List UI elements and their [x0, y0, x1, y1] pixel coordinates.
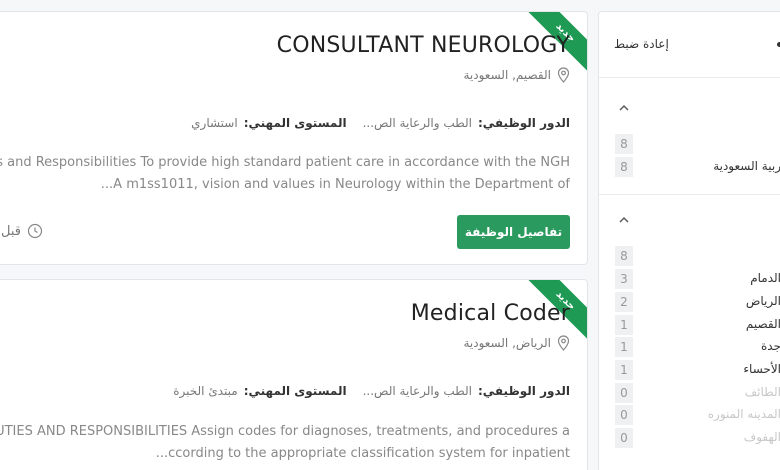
level-label: المستوى المهني: [243, 384, 347, 398]
job-details-button[interactable]: تفاصيل الوظيفة [457, 215, 570, 249]
location-pin-icon [557, 67, 570, 83]
filter-option-label: المدينه المنوره [707, 407, 780, 421]
filter-option-label[interactable]: جدة [639, 339, 780, 353]
posted-text: قبل [1, 223, 21, 239]
filter-option-label[interactable]: الرياض [639, 294, 780, 308]
job-title[interactable]: CONSULTANT NEUROLOGY [277, 33, 570, 58]
filter-sidebar: إعادة ضبط 8 8 ربية السعودية 8 3 الدمام 2… [598, 11, 780, 470]
job-card: جديد CONSULTANT NEUROLOGY القصيم, السعود… [0, 11, 588, 265]
description-line: UTIES AND RESPONSIBILITIES Assign codes … [0, 424, 570, 439]
filter-option-label[interactable]: الدمام [639, 271, 780, 285]
role-value: الطب والرعاية الص... [362, 116, 472, 130]
location-pin-icon [557, 335, 570, 351]
filter-count: 1 [615, 360, 633, 380]
filter-count: 8 [615, 134, 633, 154]
job-location: القصيم, السعودية [463, 67, 570, 83]
description-line: ...ccording to the appropriate classific… [155, 446, 570, 461]
posted-time: قبل [1, 223, 43, 239]
job-description: UTIES AND RESPONSIBILITIES Assign codes … [0, 421, 570, 465]
level-value: مبتدئ الخبرة [173, 384, 238, 398]
filter-count: 0 [615, 405, 633, 425]
filter-option-label[interactable]: ربية السعودية [639, 159, 780, 173]
filter-option-label: الهفوف [743, 430, 780, 444]
clock-icon [27, 223, 43, 239]
description-line: ...A m1ss1011, vision and values in Neur… [100, 177, 570, 192]
filter-count: 2 [615, 292, 633, 312]
chevron-up-icon[interactable] [618, 216, 630, 224]
level-label: المستوى المهني: [243, 116, 347, 130]
location-text: القصيم, السعودية [463, 68, 551, 82]
filter-count: 1 [615, 315, 633, 335]
job-meta: الدور الوظيفي: الطب والرعاية الص... المست… [173, 384, 570, 398]
level-value: استشاري [191, 116, 238, 130]
divider [599, 77, 780, 78]
filter-option-label: الطائف [744, 385, 780, 399]
job-card: جديد Medical Coder الرياض, السعودية الدو… [0, 279, 588, 470]
job-meta: الدور الوظيفي: الطب والرعاية الص... المست… [191, 116, 570, 130]
job-description: uties and Responsibilities To provide hi… [0, 152, 570, 196]
filter-count: 0 [615, 383, 633, 403]
description-line: uties and Responsibilities To provide hi… [0, 155, 570, 170]
chevron-up-icon[interactable] [618, 104, 630, 112]
filter-option-label[interactable]: الأحساء [639, 362, 780, 376]
job-location: الرياض, السعودية [463, 335, 570, 351]
job-title[interactable]: Medical Coder [411, 301, 570, 326]
filter-count: 3 [615, 269, 633, 289]
filter-option-label[interactable]: القصيم [639, 317, 780, 331]
role-label: الدور الوظيفي: [477, 384, 570, 398]
reset-filters-button[interactable]: إعادة ضبط [614, 37, 669, 51]
filter-count: 1 [615, 337, 633, 357]
filter-count: 8 [615, 157, 633, 177]
location-text: الرياض, السعودية [463, 336, 551, 350]
role-value: الطب والرعاية الص... [362, 384, 472, 398]
role-label: الدور الوظيفي: [477, 116, 570, 130]
filter-count: 8 [615, 246, 633, 266]
divider [599, 194, 780, 195]
filter-count: 0 [615, 428, 633, 448]
